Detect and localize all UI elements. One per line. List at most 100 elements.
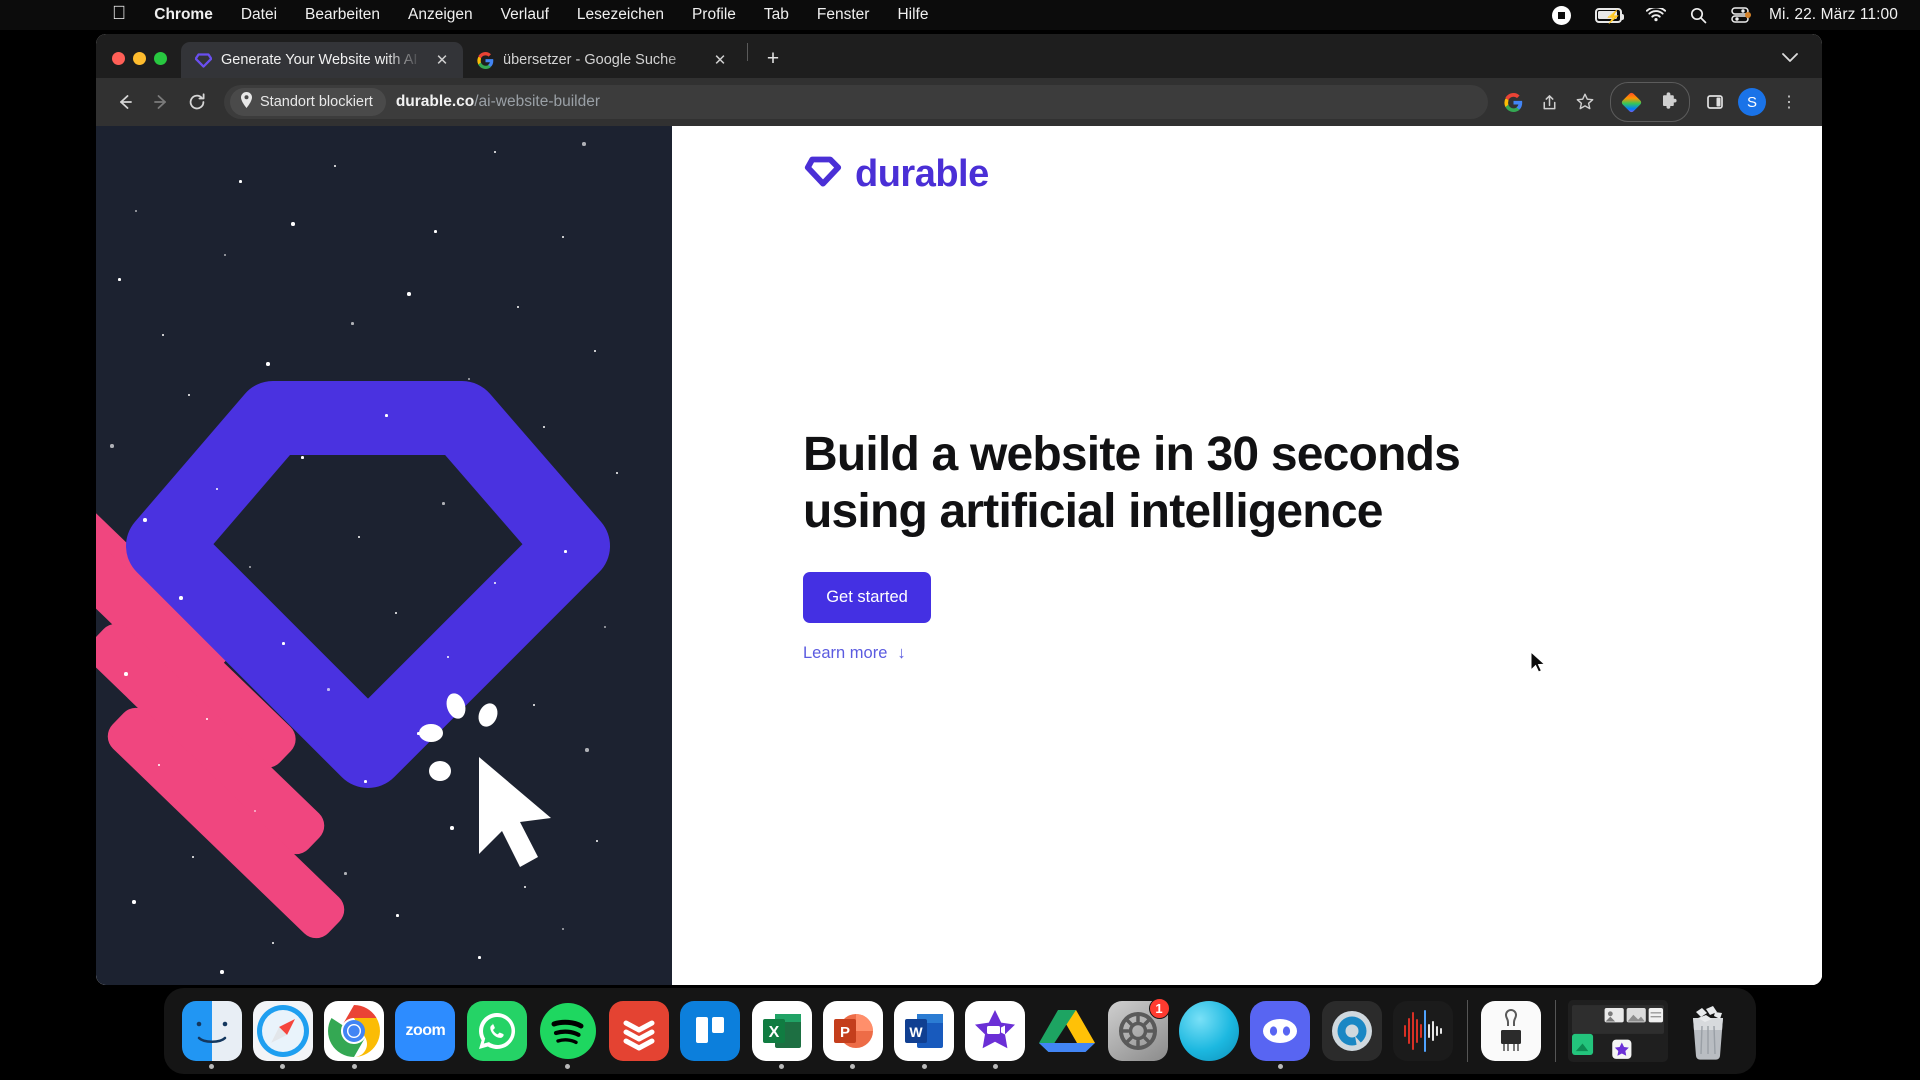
svg-text:P: P [840, 1024, 850, 1041]
dock-item-todoist[interactable] [604, 988, 675, 1074]
new-tab-button[interactable]: + [758, 44, 788, 74]
chrome-menu-button[interactable]: ⋮ [1772, 85, 1806, 119]
star-dot [417, 732, 420, 735]
reload-button[interactable] [180, 85, 214, 119]
tab-title: übersetzer - Google Suche [503, 52, 677, 68]
dock-item-trello[interactable] [675, 988, 746, 1074]
dock-item-quicktime[interactable] [1316, 988, 1387, 1074]
star-dot [564, 550, 567, 553]
dock-item-system-settings[interactable]: 1 [1102, 988, 1173, 1074]
tab-close-button[interactable]: ✕ [431, 49, 453, 71]
star-dot [143, 518, 147, 522]
learn-more-label: Learn more [803, 644, 888, 662]
side-panel-icon[interactable] [1698, 85, 1732, 119]
mouse-cursor [1530, 651, 1546, 673]
dock-item-discord[interactable] [1245, 988, 1316, 1074]
dock-item-excel[interactable]: X [746, 988, 817, 1074]
durable-diamond-illustration [96, 126, 672, 985]
star-dot [364, 780, 367, 783]
dock-item-word[interactable]: W [889, 988, 960, 1074]
menu-item-chrome[interactable]: Chrome [140, 0, 227, 30]
svg-text:W: W [910, 1024, 924, 1040]
battery-charging-icon[interactable]: ⚡ [1583, 0, 1634, 30]
dock-item-google-drive[interactable] [1031, 988, 1102, 1074]
window-traffic-lights [96, 52, 181, 78]
dock-separator [1466, 1000, 1468, 1062]
spotlight-search-icon[interactable] [1678, 0, 1719, 30]
durable-logo[interactable]: durable [803, 153, 989, 196]
dock-item-blue-sphere-app[interactable] [1174, 988, 1245, 1074]
menu-item-lesezeichen[interactable]: Lesezeichen [563, 0, 678, 30]
menu-item-verlauf[interactable]: Verlauf [487, 0, 563, 30]
back-button[interactable] [108, 85, 142, 119]
dock-item-spotify[interactable] [532, 988, 603, 1074]
star-dot [301, 456, 304, 459]
web-page-content: durable Build a website in 30 seconds us… [96, 126, 1822, 985]
menu-item-datei[interactable]: Datei [227, 0, 291, 30]
running-indicator [280, 1064, 286, 1069]
star-dot [291, 222, 295, 226]
share-icon[interactable] [1532, 85, 1566, 119]
menu-item-bearbeiten[interactable]: Bearbeiten [291, 0, 394, 30]
dock-separator [1554, 1000, 1556, 1062]
url-host: durable.co [395, 93, 475, 110]
minimize-button[interactable] [133, 52, 146, 65]
star-dot [132, 900, 136, 904]
extensions-puzzle-icon[interactable] [1652, 85, 1686, 119]
tab-google-search[interactable]: übersetzer - Google Suche ✕ [463, 42, 741, 78]
dock-item-trash[interactable] [1673, 988, 1744, 1074]
page-title: Build a website in 30 seconds using arti… [803, 428, 1461, 539]
forward-button[interactable] [144, 85, 178, 119]
durable-logo-text: durable [855, 153, 989, 195]
control-center-icon[interactable] [1719, 0, 1763, 30]
get-started-button[interactable]: Get started [803, 572, 931, 623]
bookmark-star-icon[interactable] [1568, 85, 1602, 119]
google-lens-icon[interactable] [1496, 85, 1530, 119]
tab-close-button[interactable]: ✕ [709, 49, 731, 71]
tab-search-caret-icon[interactable] [1782, 51, 1822, 78]
star-dot [442, 502, 445, 505]
menu-item-hilfe[interactable]: Hilfe [883, 0, 942, 30]
close-button[interactable] [112, 52, 125, 65]
learn-more-link[interactable]: Learn more ↓ [803, 644, 906, 663]
extensions-group [1610, 82, 1690, 122]
dock-item-audio-waveform-app[interactable] [1387, 988, 1458, 1074]
svg-text:X: X [768, 1024, 779, 1041]
tab-strip: Generate Your Website with AI ✕ übersetz… [96, 34, 1822, 78]
rainbow-extension-icon[interactable] [1614, 85, 1648, 119]
screen-record-icon[interactable] [1540, 0, 1583, 30]
macos-menu-bar:  Chrome Datei Bearbeiten Anzeigen Verla… [0, 0, 1920, 30]
dock-item-circuit-app[interactable] [1475, 988, 1546, 1074]
location-blocked-chip[interactable]: Standort blockiert [230, 88, 386, 116]
dock-item-whatsapp[interactable] [461, 988, 532, 1074]
menu-item-fenster[interactable]: Fenster [803, 0, 884, 30]
dock-item-powerpoint[interactable]: P [817, 988, 888, 1074]
browser-toolbar: Standort blockiert durable.co/ai-website… [96, 78, 1822, 126]
dock-item-chrome[interactable] [319, 988, 390, 1074]
google-icon [477, 51, 494, 69]
wifi-icon[interactable] [1634, 0, 1678, 30]
location-chip-label: Standort blockiert [260, 94, 373, 110]
address-bar[interactable]: Standort blockiert durable.co/ai-website… [224, 85, 1488, 119]
dock-item-safari[interactable] [247, 988, 318, 1074]
dock-item-stack-folder[interactable] [1564, 988, 1673, 1074]
dock-item-imovie[interactable] [960, 988, 1031, 1074]
star-dot [396, 914, 399, 917]
maximize-button[interactable] [154, 52, 167, 65]
dock-item-finder[interactable] [176, 988, 247, 1074]
star-dot [344, 872, 347, 875]
menu-item-profile[interactable]: Profile [678, 0, 750, 30]
menu-bar-clock[interactable]: Mi. 22. März 11:00 [1763, 6, 1898, 24]
hero-section: durable Build a website in 30 seconds us… [672, 126, 1822, 985]
chrome-browser-window: Generate Your Website with AI ✕ übersetz… [96, 34, 1822, 985]
menu-item-anzeigen[interactable]: Anzeigen [394, 0, 487, 30]
toolbar-right-actions: S ⋮ [1496, 82, 1806, 122]
star-dot [407, 292, 411, 296]
dock-item-zoom[interactable]: zoom [390, 988, 461, 1074]
menu-item-tab[interactable]: Tab [750, 0, 803, 30]
star-dot [327, 688, 330, 691]
location-pin-icon [240, 92, 253, 112]
tab-durable[interactable]: Generate Your Website with AI ✕ [181, 42, 463, 78]
profile-avatar[interactable]: S [1738, 88, 1766, 116]
apple-logo-icon[interactable]:  [112, 0, 140, 29]
